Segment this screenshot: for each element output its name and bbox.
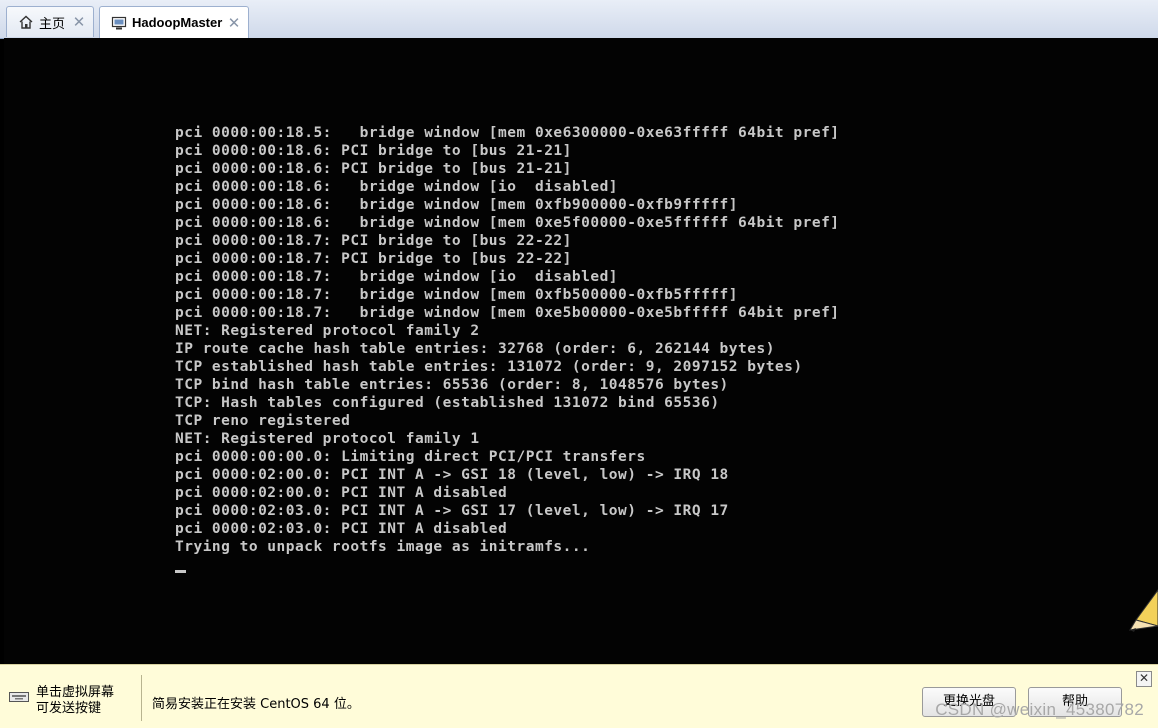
tab-home-label: 主页 — [39, 16, 66, 32]
console-line: TCP bind hash table entries: 65536 (orde… — [175, 377, 729, 393]
console-line: pci 0000:00:18.6: PCI bridge to [bus 21-… — [175, 143, 572, 159]
console-line: pci 0000:00:18.7: bridge window [mem 0xe… — [175, 305, 840, 321]
console-line: pci 0000:00:00.0: Limiting direct PCI/PC… — [175, 449, 646, 465]
watermark: CSDN @weixin_45380782 — [935, 700, 1144, 719]
hint-line-2: 可发送按键 — [36, 701, 102, 716]
console-output: pci 0000:00:18.5: bridge window [mem 0xe… — [175, 124, 840, 556]
tab-hadoopmaster[interactable]: HadoopMaster ✕ — [99, 6, 249, 38]
console-line: IP route cache hash table entries: 32768… — [175, 341, 775, 357]
console-line: pci 0000:00:18.6: PCI bridge to [bus 21-… — [175, 161, 572, 177]
tab-home[interactable]: 主页 ✕ — [6, 6, 94, 37]
notification-bar: 单击虚拟屏幕 可发送按键 简易安装正在安装 CentOS 64 位。 更换光盘 … — [0, 664, 1158, 728]
console-line: pci 0000:00:18.7: bridge window [io disa… — [175, 269, 619, 285]
install-message: 简易安装正在安装 CentOS 64 位。 — [152, 697, 360, 712]
hint-line-1: 单击虚拟屏幕 — [36, 685, 115, 700]
divider — [141, 675, 142, 721]
console-line: pci 0000:02:00.0: PCI INT A -> GSI 18 (l… — [175, 467, 729, 483]
console-line: NET: Registered protocol family 1 — [175, 431, 480, 447]
console-cursor — [175, 570, 186, 573]
close-bar-icon[interactable]: ✕ — [1136, 671, 1152, 687]
console-line: pci 0000:02:03.0: PCI INT A -> GSI 17 (l… — [175, 503, 729, 519]
console-line: pci 0000:00:18.7: bridge window [mem 0xf… — [175, 287, 739, 303]
console-line: pci 0000:00:18.6: bridge window [mem 0xf… — [175, 197, 739, 213]
console-line: pci 0000:00:18.7: PCI bridge to [bus 22-… — [175, 233, 572, 249]
console-line: TCP: Hash tables configured (established… — [175, 395, 720, 411]
console-line: pci 0000:02:00.0: PCI INT A disabled — [175, 485, 508, 501]
console-line: pci 0000:00:18.6: bridge window [io disa… — [175, 179, 619, 195]
console-line: pci 0000:02:03.0: PCI INT A disabled — [175, 521, 508, 537]
home-icon — [17, 13, 35, 31]
console-line: pci 0000:00:18.5: bridge window [mem 0xe… — [175, 125, 840, 141]
keyboard-icon — [9, 692, 29, 702]
click-screen-hint: 单击虚拟屏幕 可发送按键 — [36, 685, 114, 717]
console-line: pci 0000:00:18.7: PCI bridge to [bus 22-… — [175, 251, 572, 267]
tab-hadoopmaster-label: HadoopMaster — [132, 15, 223, 30]
tab-bar: 主页 ✕ HadoopMaster ✕ — [0, 0, 1158, 39]
tab-hadoopmaster-close-icon[interactable]: ✕ — [226, 14, 242, 32]
console-line: TCP reno registered — [175, 413, 351, 429]
console-line: TCP established hash table entries: 1310… — [175, 359, 803, 375]
console-line: pci 0000:00:18.6: bridge window [mem 0xe… — [175, 215, 840, 231]
tab-home-close-icon[interactable]: ✕ — [71, 13, 87, 31]
console-line: Trying to unpack rootfs image as initram… — [175, 539, 591, 555]
pencil-icon — [1129, 589, 1158, 632]
vm-icon — [110, 14, 128, 32]
console-line: NET: Registered protocol family 2 — [175, 323, 480, 339]
